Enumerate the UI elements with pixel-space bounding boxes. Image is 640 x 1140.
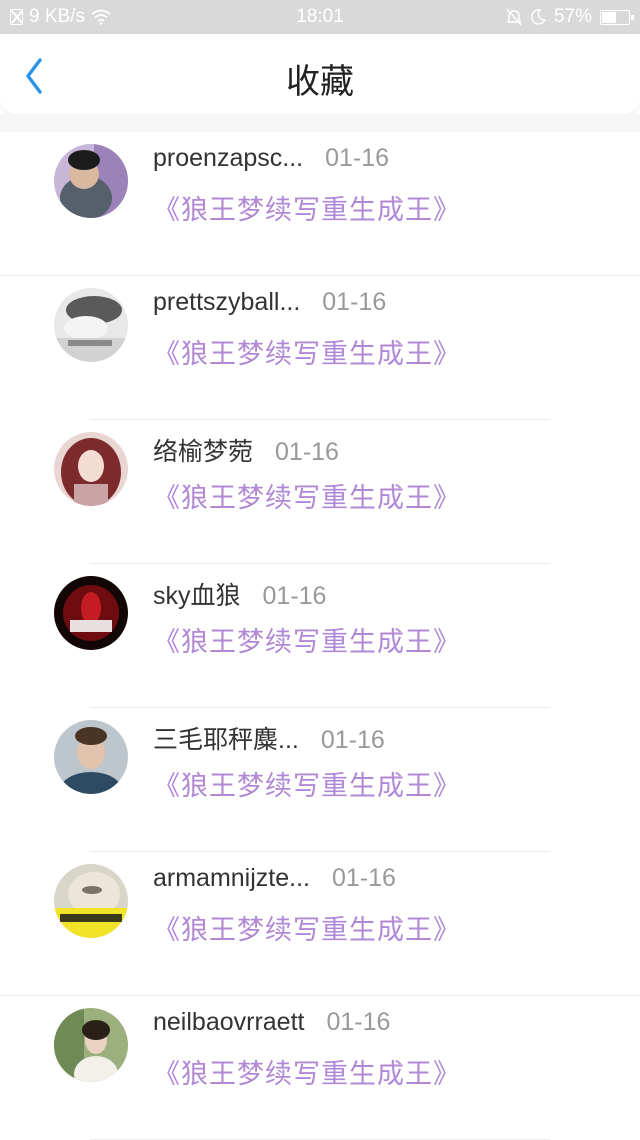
list-item[interactable]: armamnijzte... 01-16 《狼王梦续写重生成王》: [0, 852, 640, 996]
user-name: prettszyball... 01-16: [153, 288, 387, 316]
item-time: 01-16: [320, 726, 385, 754]
user-name: 络榆梦菀 01-16: [153, 438, 339, 466]
book-title-link[interactable]: 《狼王梦续写重生成王》: [153, 908, 461, 947]
nav-header: 收藏: [0, 34, 640, 114]
book-title-link[interactable]: 《狼王梦续写重生成王》: [153, 764, 461, 803]
user-name: sky血狼 01-16: [153, 582, 327, 610]
book-title-link[interactable]: 《狼王梦续写重生成王》: [153, 620, 461, 659]
user-name: proenzapsc... 01-16: [153, 144, 390, 172]
list-item[interactable]: 三毛耶秤麋... 01-16 《狼王梦续写重生成王》: [0, 708, 640, 852]
favorites-list: proenzapsc... 01-16 《狼王梦续写重生成王》 prettszyb…: [0, 132, 640, 1140]
user-name: 三毛耶秤麋... 01-16: [153, 726, 385, 754]
avatar[interactable]: [54, 864, 128, 938]
list-item[interactable]: proenzapsc... 01-16 《狼王梦续写重生成王》: [0, 132, 640, 276]
item-time: 01-16: [326, 1008, 391, 1036]
list-item[interactable]: prettszyball... 01-16 《狼王梦续写重生成王》: [0, 276, 640, 420]
avatar[interactable]: [54, 576, 128, 650]
book-title-link[interactable]: 《狼王梦续写重生成王》: [153, 332, 461, 371]
avatar[interactable]: [54, 432, 128, 506]
list-item[interactable]: sky血狼 01-16 《狼王梦续写重生成王》: [0, 564, 640, 708]
list-item[interactable]: 络榆梦菀 01-16 《狼王梦续写重生成王》: [0, 420, 640, 564]
battery-icon: [600, 9, 634, 25]
item-time: 01-16: [331, 864, 396, 892]
status-right: 57%: [506, 6, 634, 28]
avatar[interactable]: [54, 288, 128, 362]
item-time: 01-16: [322, 288, 387, 316]
user-name: armamnijzte... 01-16: [153, 864, 396, 892]
item-time: 01-16: [262, 582, 327, 610]
battery-percent: 57%: [553, 6, 592, 27]
moon-icon: [531, 9, 546, 25]
avatar[interactable]: [54, 144, 128, 218]
mute-bell-icon: [506, 8, 522, 26]
item-time: 01-16: [325, 144, 390, 172]
status-bar: 9 KB/s 18:01 57%: [0, 0, 640, 34]
book-title-link[interactable]: 《狼王梦续写重生成王》: [153, 188, 461, 227]
book-title-link[interactable]: 《狼王梦续写重生成王》: [153, 1052, 461, 1091]
book-title-link[interactable]: 《狼王梦续写重生成王》: [153, 476, 461, 515]
header-gap: [0, 114, 640, 132]
user-name: neilbaovrraett 01-16: [153, 1008, 391, 1036]
avatar[interactable]: [54, 1008, 128, 1082]
avatar[interactable]: [54, 720, 128, 794]
list-item[interactable]: neilbaovrraett 01-16 《狼王梦续写重生成王》: [0, 996, 640, 1140]
item-time: 01-16: [275, 438, 339, 466]
page-title: 收藏: [286, 63, 354, 101]
